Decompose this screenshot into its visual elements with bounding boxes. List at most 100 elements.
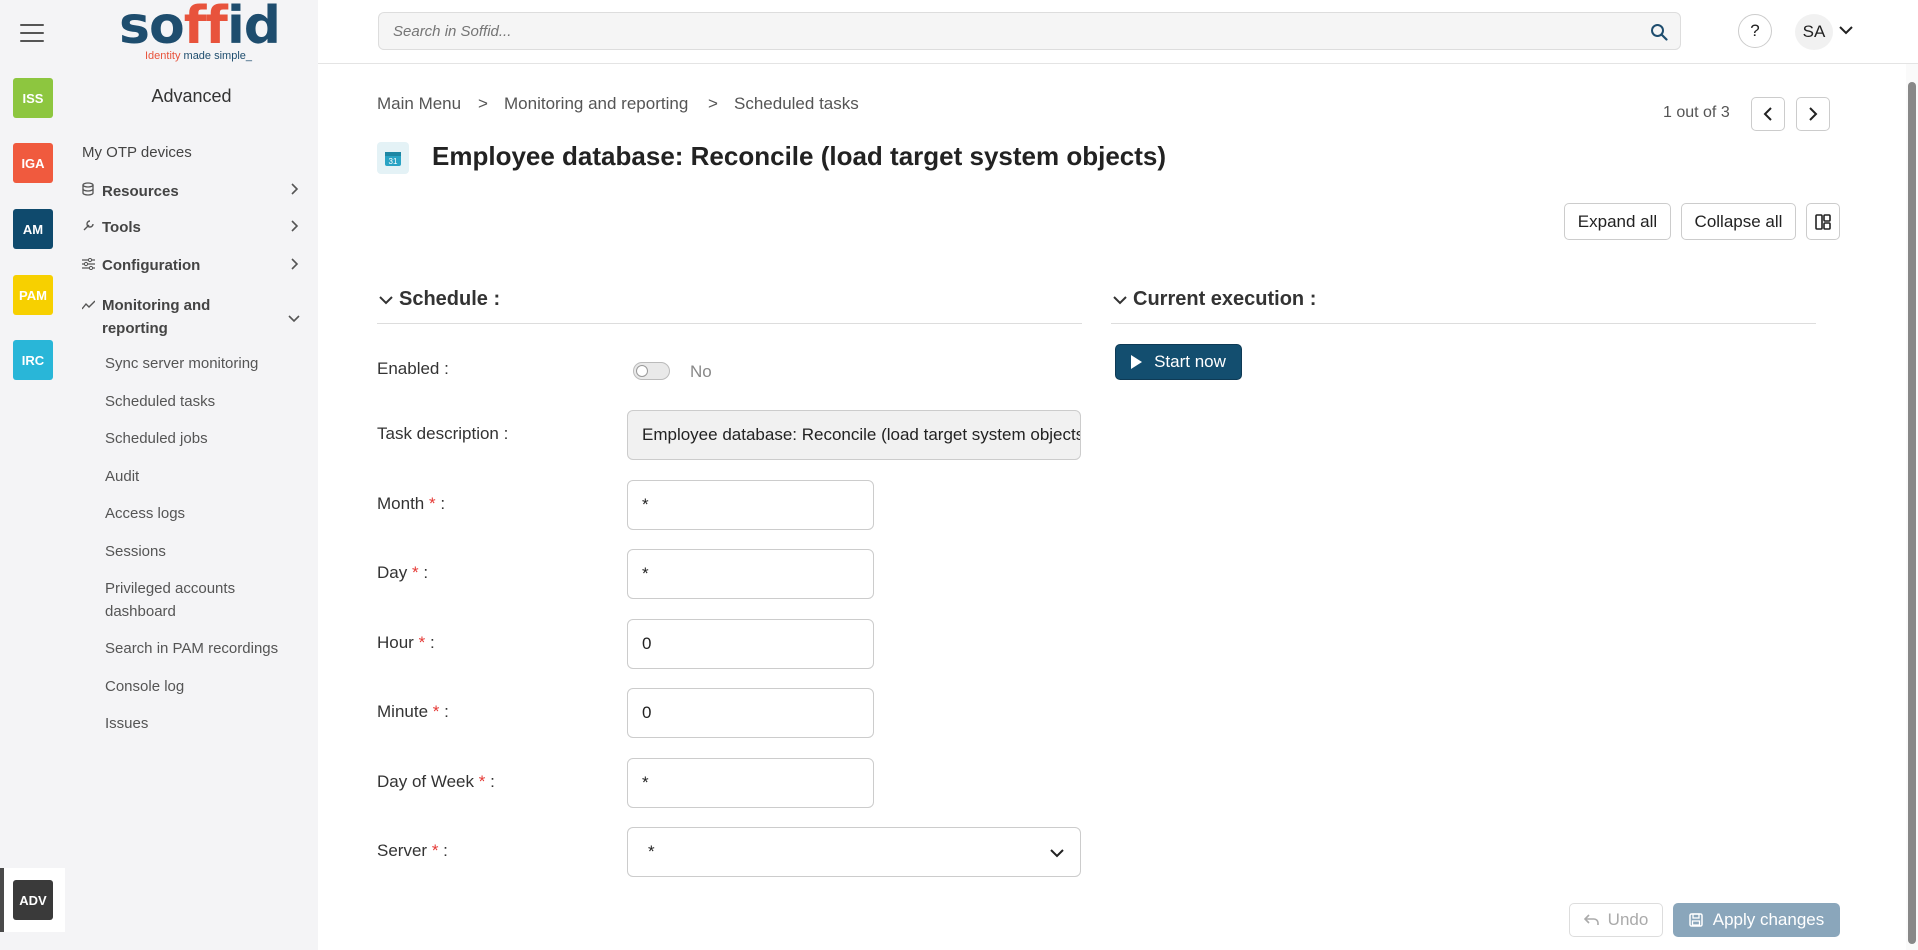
sidebar-item-otp-devices[interactable]: My OTP devices xyxy=(82,144,192,161)
hour-label: Hour * : xyxy=(377,633,435,653)
sidebar-subitem-sync-server-monitoring[interactable]: Sync server monitoring xyxy=(105,352,258,375)
month-field[interactable]: * xyxy=(627,480,874,530)
section-title: Schedule : xyxy=(399,288,501,310)
sidebar-item-label: Tools xyxy=(102,219,141,236)
database-icon xyxy=(82,182,96,199)
undo-button[interactable]: Undo xyxy=(1569,903,1663,937)
user-avatar[interactable]: SA xyxy=(1795,14,1833,50)
sidebar-item-label: Configuration xyxy=(102,257,201,274)
sidebar-subitem-audit[interactable]: Audit xyxy=(105,465,139,488)
breadcrumb-scheduled-tasks[interactable]: Scheduled tasks xyxy=(734,94,859,114)
chevron-left-icon xyxy=(1763,107,1772,121)
expand-all-button[interactable]: Expand all xyxy=(1564,203,1671,240)
sidebar-title: Advanced xyxy=(151,86,232,106)
breadcrumb-monitoring[interactable]: Monitoring and reporting xyxy=(504,94,688,114)
module-iss[interactable]: ISS xyxy=(13,78,53,118)
start-now-button[interactable]: Start now xyxy=(1115,344,1242,380)
server-label: Server * : xyxy=(377,841,448,861)
prev-record-button[interactable] xyxy=(1751,97,1785,131)
task-description-label: Task description : xyxy=(377,424,509,443)
module-rail: ISS IGA AM PAM IRC ADV xyxy=(0,0,65,950)
sidebar-subitem-privileged-accounts-dashboard[interactable]: Privileged accounts dashboard xyxy=(105,577,265,623)
label-suffix: : xyxy=(425,633,435,652)
sidebar-item-configuration[interactable]: Configuration xyxy=(82,257,310,274)
sidebar: soffid Identity made simple_ Advanced My… xyxy=(65,0,318,950)
breadcrumb-separator: > xyxy=(478,94,488,113)
svg-text:31: 31 xyxy=(389,157,398,166)
chevron-right-icon xyxy=(290,257,300,273)
scrollbar-thumb[interactable] xyxy=(1908,82,1916,944)
field-label-text: Server xyxy=(377,841,428,860)
next-record-button[interactable] xyxy=(1796,97,1830,131)
sidebar-subitem-issues[interactable]: Issues xyxy=(105,712,148,735)
sidebar-subitem-access-logs[interactable]: Access logs xyxy=(105,502,185,525)
month-label: Month * : xyxy=(377,494,445,514)
active-indicator xyxy=(0,868,4,932)
sidebar-subitem-search-pam-recordings[interactable]: Search in PAM recordings xyxy=(105,637,278,660)
sidebar-subitem-console-log[interactable]: Console log xyxy=(105,675,184,698)
section-title: Current execution : xyxy=(1133,288,1317,310)
label-suffix: : xyxy=(435,494,446,513)
apply-changes-button[interactable]: Apply changes xyxy=(1673,903,1840,937)
chevron-down-icon[interactable] xyxy=(1838,22,1854,38)
breadcrumb-separator: > xyxy=(708,94,718,113)
collapse-all-button[interactable]: Collapse all xyxy=(1681,203,1796,240)
enabled-value: No xyxy=(690,362,712,381)
top-bar: ? SA xyxy=(318,0,1918,64)
pager-count: 1 out of 3 xyxy=(1663,104,1730,121)
calendar-icon: 31 xyxy=(377,142,409,174)
server-select-value: * xyxy=(648,842,655,861)
field-label-text: Hour xyxy=(377,633,414,652)
logo-tagline-b: made simple_ xyxy=(183,50,253,62)
search-icon[interactable] xyxy=(1650,23,1668,41)
chevron-down-icon xyxy=(288,308,300,331)
sidebar-subitem-sessions[interactable]: Sessions xyxy=(105,540,166,563)
label-suffix: : xyxy=(418,563,429,582)
section-divider xyxy=(377,323,1082,324)
chevron-down-icon xyxy=(1050,849,1064,858)
help-button[interactable]: ? xyxy=(1738,14,1772,48)
required-marker: * xyxy=(428,494,436,513)
module-irc[interactable]: IRC xyxy=(13,340,53,380)
sidebar-item-label: My OTP devices xyxy=(82,144,192,161)
module-pam[interactable]: PAM xyxy=(13,275,53,315)
soffid-logo[interactable]: soffid Identity made simple_ xyxy=(119,0,281,66)
minute-label: Minute * : xyxy=(377,702,449,722)
search-box xyxy=(378,12,1681,50)
breadcrumb-main-menu[interactable]: Main Menu xyxy=(377,94,461,114)
task-description-field[interactable]: Employee database: Reconcile (load targe… xyxy=(627,410,1081,460)
hour-field[interactable]: 0 xyxy=(627,619,874,669)
sidebar-item-resources[interactable]: Resources xyxy=(82,182,310,200)
chevron-down-icon xyxy=(379,292,393,310)
page-title: Employee database: Reconcile (load targe… xyxy=(432,141,1167,171)
sidebar-subitem-scheduled-tasks[interactable]: Scheduled tasks xyxy=(105,390,215,413)
sidebar-item-monitoring[interactable]: Monitoring and reporting xyxy=(81,294,310,340)
sidebar-item-label: Resources xyxy=(102,183,179,200)
toggle-knob xyxy=(636,365,648,377)
apply-changes-label: Apply changes xyxy=(1712,910,1825,929)
chart-line-icon xyxy=(81,294,96,317)
section-divider xyxy=(1111,323,1816,324)
module-am[interactable]: AM xyxy=(13,209,53,249)
schedule-section-header[interactable]: Schedule : xyxy=(379,288,500,311)
logo-text-c: id xyxy=(226,0,281,56)
search-input[interactable] xyxy=(379,13,1579,49)
server-select[interactable]: * xyxy=(627,827,1081,877)
label-suffix: : xyxy=(439,702,449,721)
save-icon xyxy=(1688,913,1703,927)
hamburger-menu-icon[interactable] xyxy=(20,24,44,44)
day-label: Day * : xyxy=(377,563,428,583)
day-field[interactable]: * xyxy=(627,549,874,599)
current-execution-section-header[interactable]: Current execution : xyxy=(1113,288,1316,311)
sidebar-item-tools[interactable]: Tools xyxy=(82,219,310,236)
layout-toggle-button[interactable] xyxy=(1806,203,1840,240)
layout-columns-icon xyxy=(1815,213,1831,230)
sidebar-subitem-scheduled-jobs[interactable]: Scheduled jobs xyxy=(105,427,208,450)
day-of-week-field[interactable]: * xyxy=(627,758,874,808)
module-iga[interactable]: IGA xyxy=(13,143,53,183)
logo-tagline-a: Identity xyxy=(145,50,184,62)
module-adv[interactable]: ADV xyxy=(13,880,53,920)
minute-field[interactable]: 0 xyxy=(627,688,874,738)
enabled-toggle[interactable] xyxy=(633,362,670,380)
start-now-label: Start now xyxy=(1154,352,1226,371)
